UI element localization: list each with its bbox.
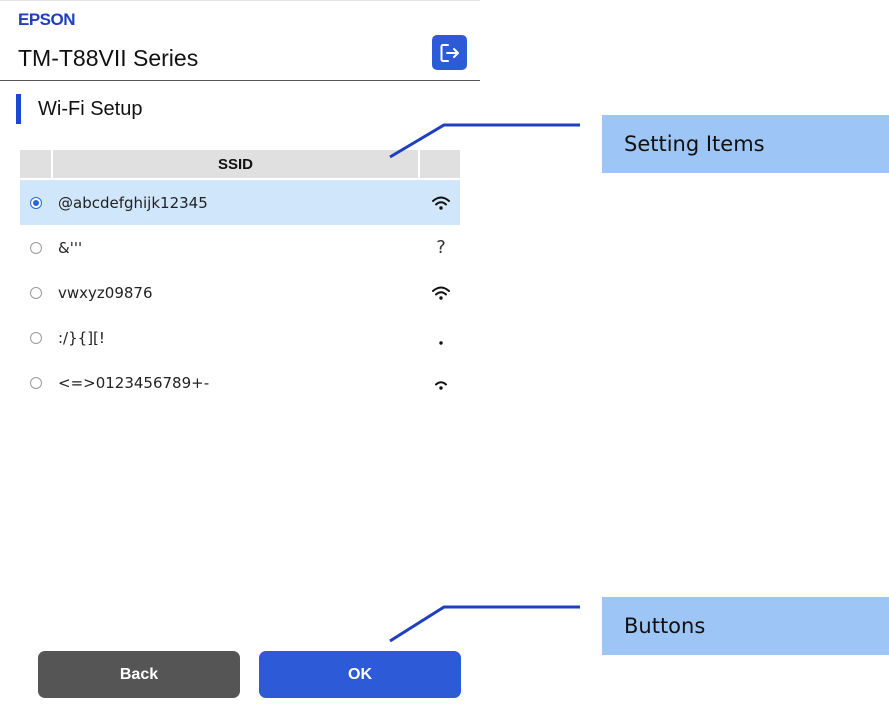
header-ssid-cell: SSID xyxy=(53,150,418,178)
back-button[interactable]: Back xyxy=(38,651,240,698)
radio-button[interactable] xyxy=(30,376,42,389)
brand-logo: EPSON xyxy=(18,10,76,29)
ok-button[interactable]: OK xyxy=(259,651,461,698)
page-title: Wi-Fi Setup xyxy=(38,98,143,120)
section-accent-bar xyxy=(16,94,21,124)
ssid-name: :/}{][! xyxy=(58,328,105,347)
radio-button[interactable] xyxy=(30,331,42,344)
setting-items-pointer-line xyxy=(389,123,580,643)
setting-items-callout: Setting Items xyxy=(602,115,889,173)
radio-button[interactable] xyxy=(30,196,42,209)
radio-button[interactable] xyxy=(30,241,42,254)
header-radio-cell xyxy=(20,150,51,178)
printer-model-title: TM-T88VII Series xyxy=(18,45,199,71)
ssid-name: vwxyz09876 xyxy=(58,283,153,302)
ssid-name: &''' xyxy=(58,238,83,257)
radio-button[interactable] xyxy=(30,286,42,299)
ssid-name: <=>0123456789+- xyxy=(58,373,210,392)
ssid-name: @abcdefghijk12345 xyxy=(58,193,208,212)
buttons-callout: Buttons xyxy=(602,597,889,655)
buttons-pointer-line xyxy=(389,605,580,643)
